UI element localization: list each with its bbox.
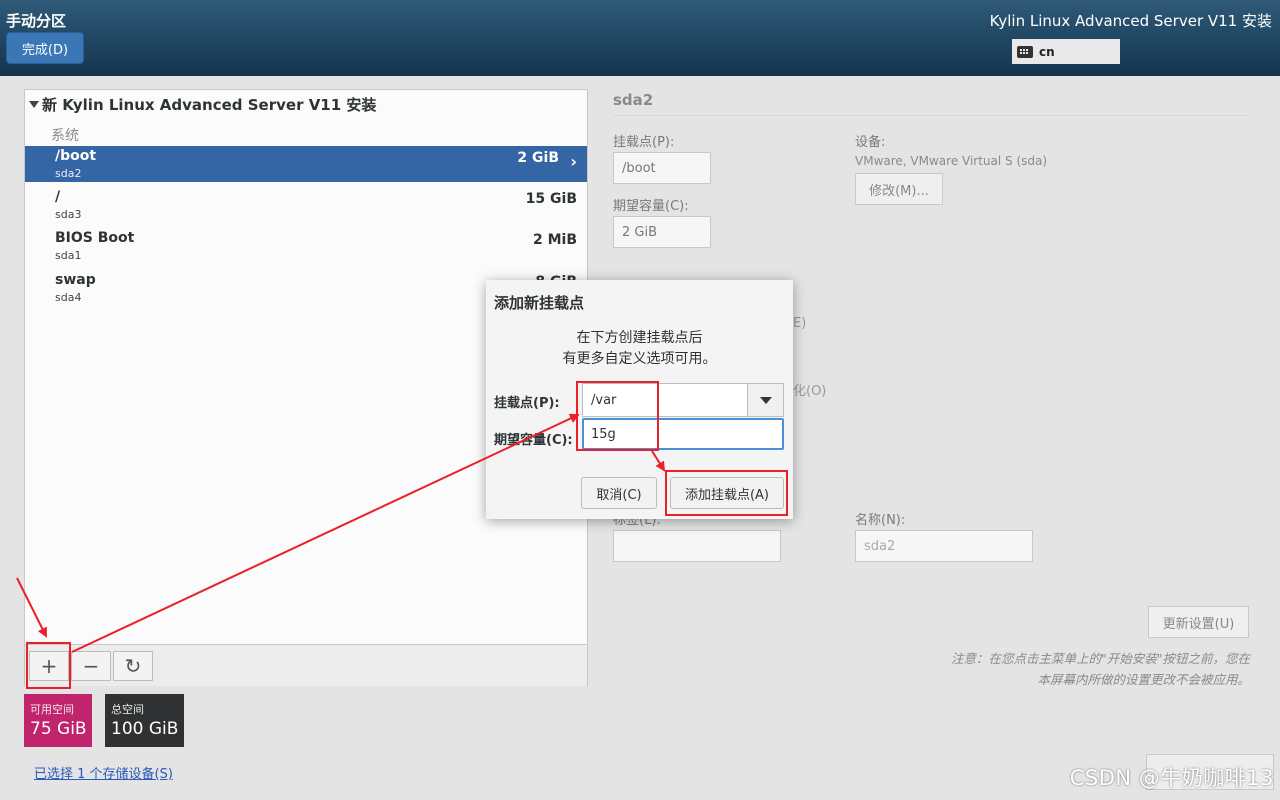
- done-button[interactable]: 完成(D): [6, 32, 84, 64]
- mount-size: 2 MiB: [532, 232, 577, 248]
- mount-device: sda4: [55, 291, 82, 304]
- available-space-label: 可用空间: [30, 703, 74, 716]
- cancel-button[interactable]: 取消(C): [581, 477, 657, 509]
- note-line-1: 注意：在您点击主菜单上的"开始安装"按钮之前，您在: [950, 651, 1250, 666]
- total-space-value: 100 GiB: [111, 719, 179, 739]
- mount-point-label: 挂载点(P):: [613, 135, 675, 150]
- name-field[interactable]: sda2: [855, 530, 1033, 562]
- mount-name: /boot: [55, 148, 97, 164]
- mount-row-boot[interactable]: /boot sda2 2 GiB ›: [25, 146, 587, 182]
- available-space-value: 75 GiB: [30, 719, 87, 739]
- mount-device: sda2: [55, 167, 82, 180]
- keyboard-layout-indicator[interactable]: cn: [1012, 39, 1120, 64]
- divider: [613, 115, 1250, 116]
- mount-name: /: [55, 189, 61, 205]
- dialog-mount-point-label: 挂载点(P):: [494, 396, 560, 411]
- annotation-box-add-button: [26, 642, 71, 689]
- dialog-description-line-2: 有更多自定义选项可用。: [562, 351, 717, 367]
- note-text: 注意：在您点击主菜单上的"开始安装"按钮之前，您在 本屏幕内所做的设置更改不会被…: [910, 648, 1250, 690]
- installation-title: 新 Kylin Linux Advanced Server V11 安装: [42, 96, 377, 114]
- keyboard-layout-label: cn: [1039, 44, 1055, 59]
- note-line-2: 本屏幕内所做的设置更改不会被应用。: [1037, 672, 1250, 687]
- mount-row-biosboot[interactable]: BIOS Boot sda1 2 MiB: [25, 228, 587, 264]
- mount-toolbar: + − ↻: [25, 644, 587, 686]
- refresh-button[interactable]: ↻: [113, 651, 153, 681]
- total-space-label: 总空间: [111, 703, 144, 716]
- expander-triangle-icon: [29, 101, 39, 108]
- total-space-tile: 总空间 100 GiB: [105, 694, 184, 747]
- desired-capacity-label: 期望容量(C):: [613, 199, 689, 214]
- device-value: VMware, VMware Virtual S (sda): [855, 154, 1048, 168]
- section-label-system: 系统: [51, 128, 79, 144]
- dialog-capacity-label: 期望容量(C):: [494, 433, 573, 448]
- remove-mount-button[interactable]: −: [71, 651, 111, 681]
- chevron-right-icon: ›: [570, 152, 577, 171]
- refresh-icon: ↻: [124, 654, 142, 678]
- mount-size: 15 GiB: [525, 191, 577, 207]
- mount-point-field[interactable]: /boot: [613, 152, 711, 184]
- mount-name: swap: [55, 272, 96, 288]
- annotation-box-add-mount: [665, 470, 788, 516]
- annotation-box-inputs: [576, 381, 659, 451]
- page-title: 手动分区: [6, 12, 67, 30]
- name-field-label: 名称(N):: [855, 513, 906, 528]
- update-settings-button[interactable]: 更新设置(U): [1148, 606, 1249, 638]
- mount-size: 2 GiB: [517, 150, 559, 166]
- device-type-fragment: E): [793, 316, 807, 331]
- minus-icon: −: [82, 654, 100, 678]
- dialog-description: 在下方创建挂载点后 有更多自定义选项可用。: [486, 328, 793, 370]
- storage-devices-link[interactable]: 已选择 1 个存储设备(S): [34, 763, 173, 782]
- mount-name: BIOS Boot: [55, 230, 135, 246]
- mount-device: sda1: [55, 249, 82, 262]
- selected-device-title: sda2: [613, 91, 654, 109]
- mount-row-root[interactable]: / sda3 15 GiB: [25, 187, 587, 223]
- mount-point-dropdown-button[interactable]: [748, 383, 784, 417]
- product-title: Kylin Linux Advanced Server V11 安装: [989, 12, 1272, 30]
- dialog-description-line-1: 在下方创建挂载点后: [576, 330, 703, 346]
- keyboard-icon: [1017, 45, 1033, 58]
- mount-device: sda3: [55, 208, 82, 221]
- header-bar: 手动分区 完成(D) Kylin Linux Advanced Server V…: [0, 0, 1280, 76]
- device-label: 设备:: [855, 135, 886, 150]
- chevron-down-icon: [759, 396, 772, 404]
- dialog-title: 添加新挂载点: [494, 294, 585, 312]
- installation-group-header[interactable]: 新 Kylin Linux Advanced Server V11 安装: [29, 94, 376, 115]
- desired-capacity-field[interactable]: 2 GiB: [613, 216, 711, 248]
- encrypt-option-fragment: 化(O): [793, 384, 827, 399]
- available-space-tile: 可用空间 75 GiB: [24, 694, 92, 747]
- watermark: CSDN @牛奶咖啡13: [1069, 766, 1274, 790]
- modify-device-button[interactable]: 修改(M)...: [855, 173, 943, 205]
- label-field[interactable]: [613, 530, 781, 562]
